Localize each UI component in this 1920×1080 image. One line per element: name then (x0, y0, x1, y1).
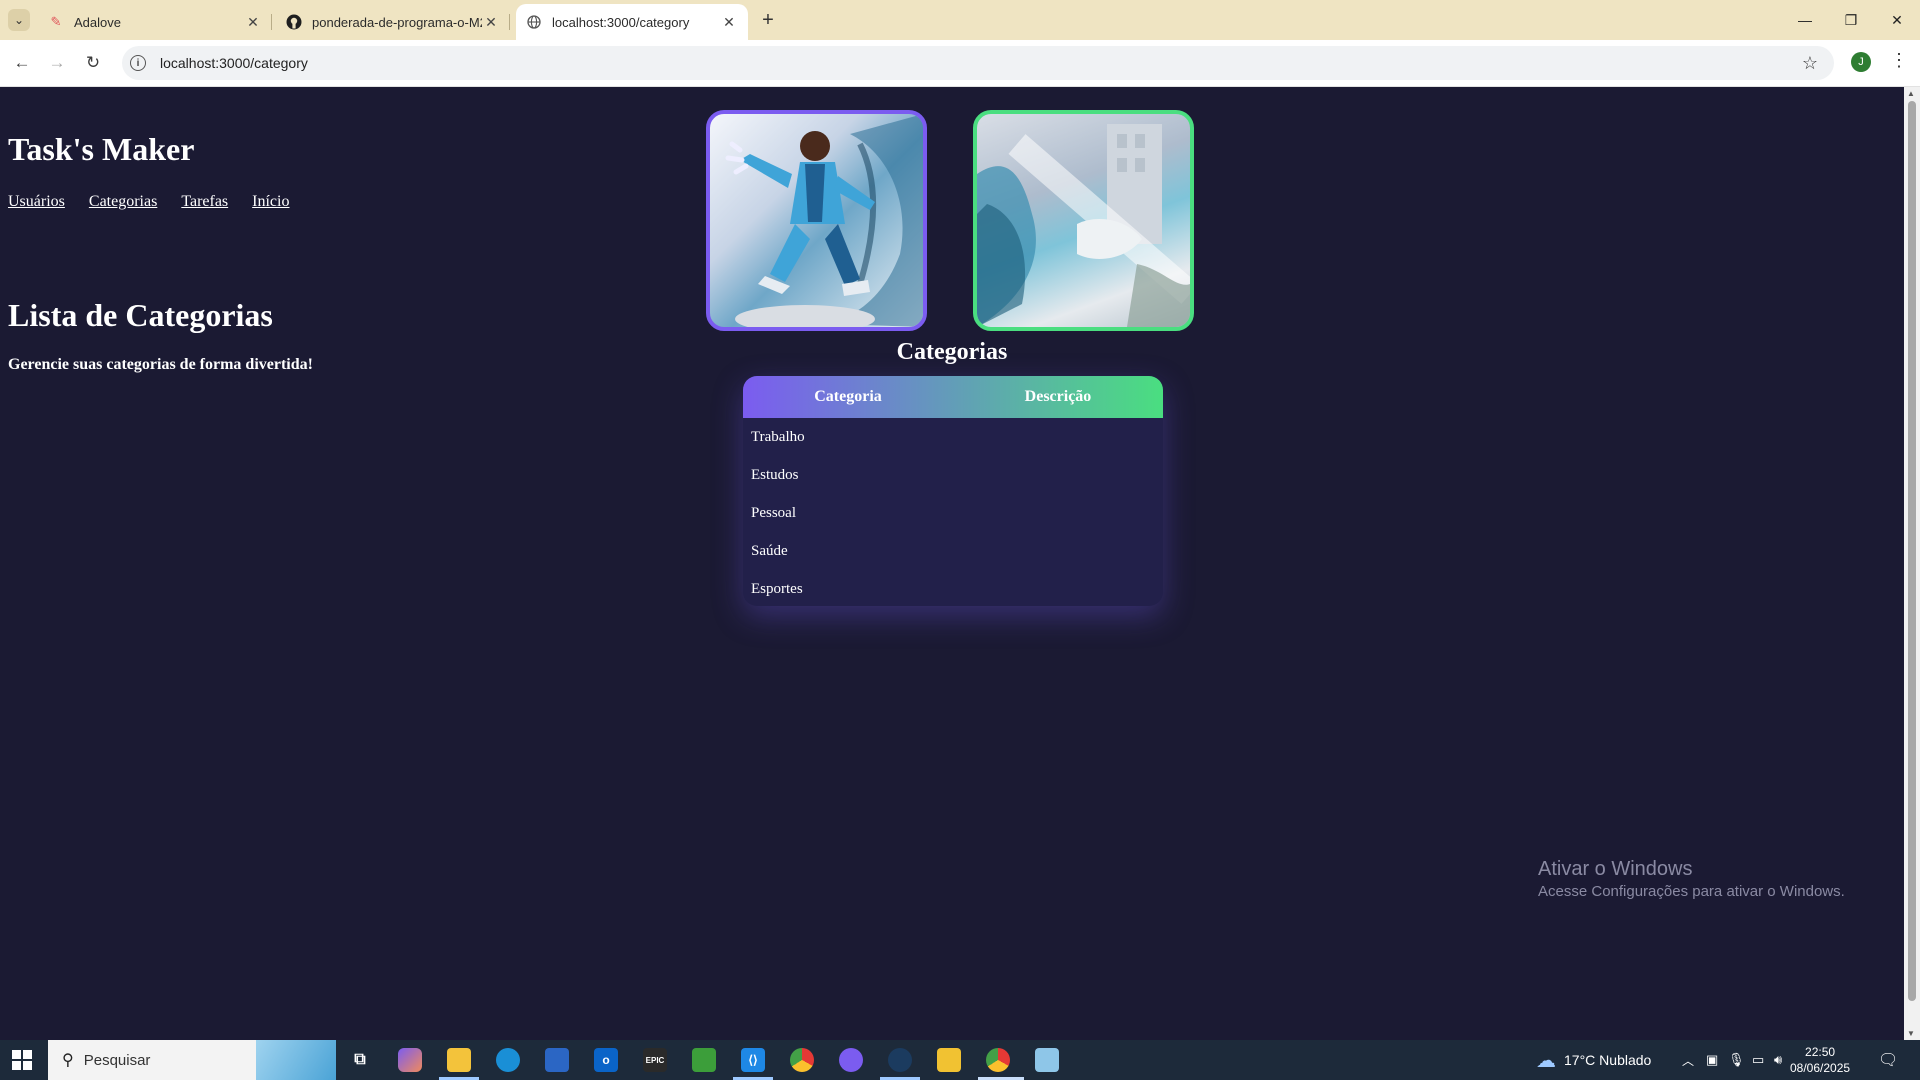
cell-categoria: Esportes (751, 580, 803, 597)
system-clock[interactable]: 22:50 08/06/2025 (1790, 1044, 1850, 1076)
column-header-descricao: Descrição (1024, 388, 1092, 405)
tab-localhost-category[interactable]: localhost:3000/category ✕ (516, 4, 748, 40)
task-view-icon[interactable]: ⧉ (348, 1048, 372, 1072)
tab-title: localhost:3000/category (552, 14, 690, 30)
section-title: Categorias (896, 339, 1008, 365)
reload-button[interactable]: ↻ (81, 51, 105, 75)
meet-now-icon[interactable]: ▣ (1706, 1040, 1718, 1080)
search-highlight-image (256, 1040, 336, 1080)
copilot-icon[interactable] (398, 1048, 422, 1072)
nav-link-categorias[interactable]: Categorias (89, 193, 157, 211)
nodejs-icon[interactable] (692, 1048, 716, 1072)
steam-icon[interactable] (888, 1048, 912, 1072)
minimize-button[interactable]: — (1782, 0, 1828, 40)
globe-icon (526, 14, 542, 30)
hero-image-ice-wave (973, 110, 1194, 331)
close-icon[interactable]: ✕ (482, 14, 500, 31)
cell-categoria: Trabalho (751, 428, 805, 445)
table-row: Estudos (743, 456, 1163, 494)
outlook-icon[interactable]: o (594, 1048, 618, 1072)
sticky-app-icon[interactable] (937, 1048, 961, 1072)
discord-icon[interactable] (839, 1048, 863, 1072)
notifications-icon[interactable]: 🗨︎ (1878, 1040, 1898, 1080)
clock-date: 08/06/2025 (1790, 1061, 1851, 1075)
taskbar-search[interactable]: ⚲ Pesquisar (48, 1040, 336, 1080)
tab-title: Adalove (74, 14, 121, 30)
forward-button[interactable]: → (45, 51, 69, 75)
store-icon[interactable] (545, 1048, 569, 1072)
new-tab-button[interactable]: + (756, 6, 780, 34)
page-subtitle: Gerencie suas categorias de forma divert… (8, 356, 313, 373)
cloud-icon: ☁ (1536, 1049, 1556, 1072)
weather-widget[interactable]: ☁ 17°C Nublado (1536, 1040, 1651, 1080)
table-row: Trabalho (743, 418, 1163, 456)
nav-link-inicio[interactable]: Início (252, 193, 289, 211)
tab-adalove[interactable]: ✎ Adalove ✕ (38, 4, 272, 40)
tab-bar: ⌄ ✎ Adalove ✕ ponderada-de-programa-o-M2… (0, 0, 1920, 40)
cell-categoria: Saúde (751, 542, 788, 559)
microphone-icon[interactable]: 🎙︎ (1728, 1040, 1745, 1080)
hero-image-frozone (706, 110, 927, 331)
table-row: Esportes (743, 570, 1163, 606)
page-heading: Lista de Categorias (8, 297, 273, 333)
profile-avatar[interactable]: J (1851, 52, 1871, 72)
bookmark-star-icon[interactable]: ☆ (1802, 53, 1818, 74)
notepad-icon[interactable] (1035, 1048, 1059, 1072)
file-explorer-icon[interactable] (447, 1048, 471, 1072)
watermark-subtitle: Acesse Configurações para ativar o Windo… (1538, 883, 1845, 900)
address-bar[interactable]: i localhost:3000/category ☆ (122, 46, 1834, 80)
chrome-active-icon[interactable] (986, 1048, 1010, 1072)
close-icon[interactable]: ✕ (720, 14, 738, 31)
restore-button[interactable]: ❐ (1828, 0, 1874, 40)
windows-activation-watermark: Ativar o Windows Acesse Configurações pa… (1538, 858, 1845, 900)
tab-search-button[interactable]: ⌄ (8, 9, 30, 31)
tab-github[interactable]: ponderada-de-programa-o-M2 ✕ (276, 4, 510, 40)
search-placeholder[interactable]: Pesquisar (84, 1052, 151, 1069)
site-info-icon[interactable]: i (130, 55, 146, 71)
close-icon[interactable]: ✕ (244, 14, 262, 31)
table-row: Pessoal (743, 494, 1163, 532)
main-nav: Usuários Categorias Tarefas Início (8, 193, 289, 211)
windows-start-icon[interactable] (12, 1050, 32, 1070)
browser-menu-icon[interactable]: ⋮ (1890, 50, 1908, 74)
windows-taskbar: ⚲ Pesquisar ⧉ o EPIC ⟨⟩ ☁ 17°C Nublado ︿… (0, 1040, 1920, 1080)
page-scrollbar[interactable]: ▲ ▼ (1904, 87, 1920, 1040)
table-row: Saúde (743, 532, 1163, 570)
cell-categoria: Estudos (751, 466, 799, 483)
github-icon (286, 14, 302, 30)
scrollbar-thumb[interactable] (1908, 101, 1916, 1001)
tray-chevron-icon[interactable]: ︿ (1682, 1040, 1694, 1080)
edge-icon[interactable] (496, 1048, 520, 1072)
epic-games-icon[interactable]: EPIC (643, 1048, 667, 1072)
vscode-icon[interactable]: ⟨⟩ (741, 1048, 765, 1072)
table-header: Categoria Descrição (743, 376, 1163, 418)
search-icon: ⚲ (62, 1052, 74, 1069)
categories-table: Categoria Descrição Trabalho Estudos Pes… (743, 376, 1163, 606)
close-window-button[interactable]: ✕ (1874, 0, 1920, 40)
clock-time: 22:50 (1805, 1045, 1836, 1059)
browser-toolbar: ← → ↻ i localhost:3000/category ☆ (0, 40, 1920, 87)
nav-link-tarefas[interactable]: Tarefas (181, 193, 228, 211)
network-icon[interactable]: ▭ (1752, 1040, 1764, 1080)
tab-title: ponderada-de-programa-o-M2 (312, 14, 482, 30)
scroll-up-icon[interactable]: ▲ (1907, 89, 1915, 98)
chrome-icon[interactable] (790, 1048, 814, 1072)
volume-icon[interactable]: 🔊︎ (1774, 1040, 1782, 1080)
cell-categoria: Pessoal (751, 504, 796, 521)
nav-link-usuarios[interactable]: Usuários (8, 193, 65, 211)
watermark-title: Ativar o Windows (1538, 858, 1693, 880)
url-text[interactable]: localhost:3000/category (160, 55, 308, 71)
back-button[interactable]: ← (10, 51, 34, 75)
weather-text: 17°C Nublado (1564, 1052, 1652, 1068)
column-header-categoria: Categoria (814, 388, 882, 405)
brand-title: Task's Maker (8, 131, 195, 167)
adalove-icon: ✎ (50, 14, 62, 29)
scroll-down-icon[interactable]: ▼ (1907, 1029, 1915, 1038)
